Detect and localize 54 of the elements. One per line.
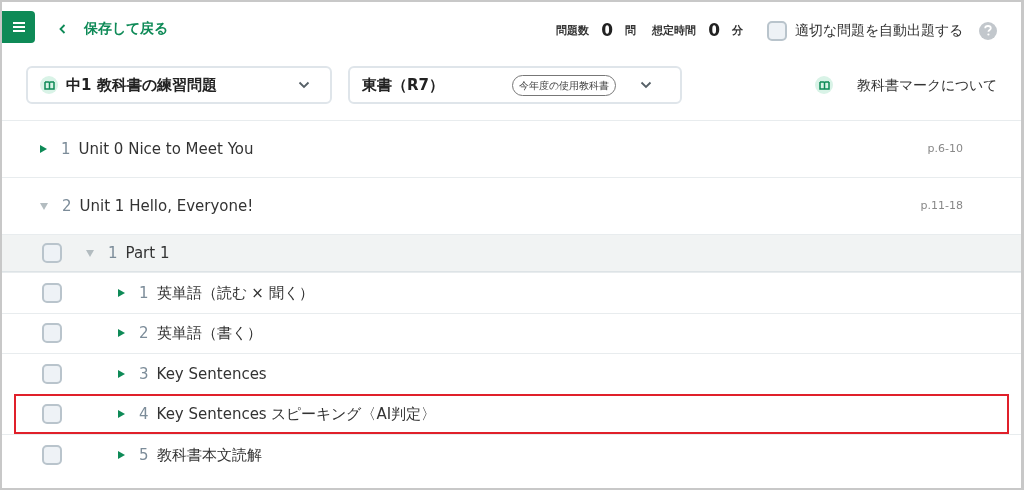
stat-unit: 分 (732, 22, 743, 39)
unit-title[interactable]: Unit 0 Nice to Meet You (78, 137, 254, 161)
lesson-title[interactable]: 英単語（書く） (156, 322, 262, 345)
book-icon (40, 76, 58, 94)
lesson-title[interactable]: Key Sentences (156, 362, 267, 385)
chevron-down-icon (640, 81, 652, 89)
expand-icon[interactable] (118, 329, 125, 338)
checkbox[interactable] (42, 323, 62, 344)
item-number: 4 (139, 404, 149, 425)
checkbox[interactable] (42, 243, 62, 263)
lesson-title[interactable]: Key Sentences スピーキング〈AI判定〉 (156, 403, 437, 426)
checkbox[interactable] (42, 363, 62, 384)
chevron-left-icon (59, 23, 66, 34)
unit-title[interactable]: Unit 1 Hello, Everyone! (79, 194, 254, 218)
expand-icon[interactable] (118, 288, 125, 297)
stat-value: 0 (708, 19, 720, 42)
checkbox[interactable] (42, 404, 62, 425)
stat-label: 想定時間 (652, 22, 697, 39)
auto-select-checkbox[interactable] (767, 20, 787, 41)
page-range: p.11-18 (920, 197, 963, 214)
checkbox[interactable] (42, 282, 62, 303)
dropdown[interactable]: 中1 教科書の練習問題 (26, 66, 332, 104)
chevron-down-icon (298, 81, 310, 89)
item-number: 1 (61, 138, 71, 160)
menu-button[interactable] (2, 11, 35, 43)
expand-icon[interactable] (118, 450, 125, 459)
stat-value: 0 (601, 19, 614, 42)
help-icon[interactable] (979, 21, 997, 40)
expand-icon[interactable] (40, 145, 47, 153)
page-range: p.6-10 (927, 140, 963, 157)
menu-icon (12, 22, 25, 32)
part-title[interactable]: Part 1 (125, 241, 170, 265)
dropdown[interactable]: 東書（R7） 今年度の使用教科書 (348, 66, 682, 104)
collapse-icon[interactable] (40, 202, 48, 210)
item-number: 2 (62, 195, 72, 217)
lesson-title[interactable]: 教科書本文読解 (156, 443, 262, 466)
book-icon (815, 76, 833, 94)
expand-icon[interactable] (118, 410, 125, 419)
item-number: 3 (139, 363, 149, 385)
collapse-icon[interactable] (86, 249, 94, 257)
auto-select-label: 適切な問題を自動出題する (795, 21, 963, 41)
checkbox[interactable] (42, 444, 62, 465)
back-link[interactable]: 保存して戻る (59, 18, 168, 39)
item-number: 2 (139, 323, 149, 344)
item-number: 1 (139, 282, 149, 304)
stat-label: 問題数 (556, 22, 590, 39)
dropdown-value: 東書（R7） (362, 74, 444, 96)
item-number: 5 (139, 444, 149, 466)
expand-icon[interactable] (118, 369, 125, 378)
textbook-mark-link[interactable]: 教科書マークについて (857, 74, 997, 96)
item-number: 1 (108, 242, 118, 264)
stat-unit: 問 (625, 22, 637, 39)
dropdown-value: 中1 教科書の練習問題 (66, 74, 217, 96)
lesson-title[interactable]: 英単語（読む × 聞く） (156, 281, 314, 304)
